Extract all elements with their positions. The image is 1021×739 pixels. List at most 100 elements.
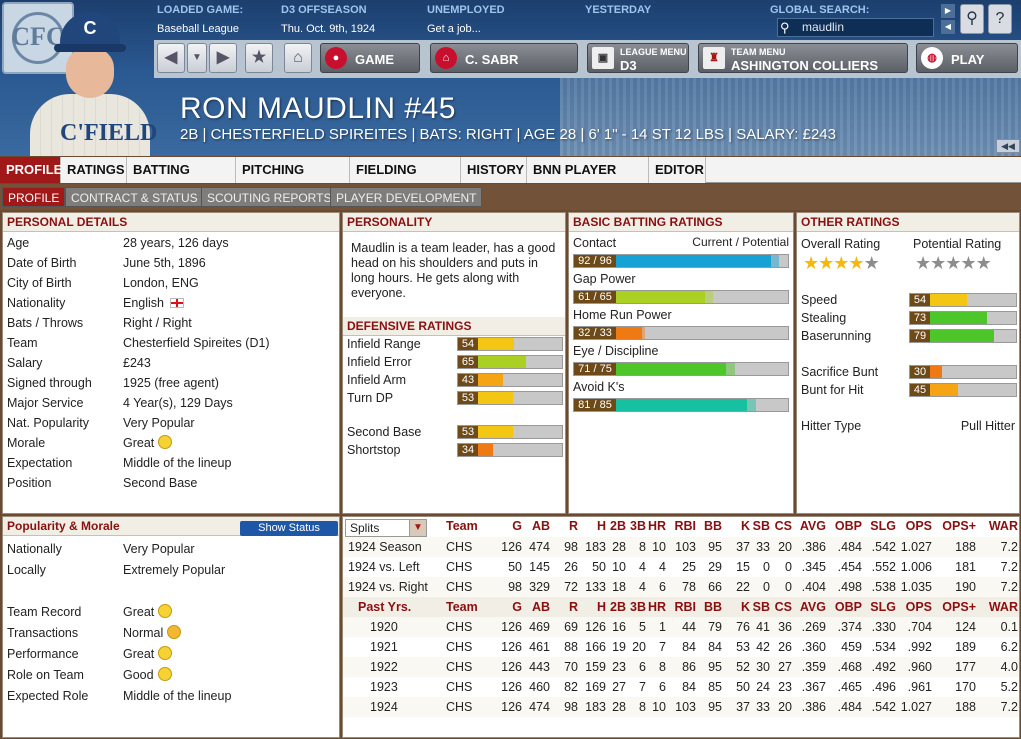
game-menu-button[interactable]: ● GAME [320,43,420,73]
rating-bar: 73 [909,311,1017,325]
tab-editor[interactable]: EDITOR [649,157,706,183]
past-row-cell: 7.2 [1000,700,1018,714]
batting-label: Eye / Discipline [573,344,659,358]
tab-history[interactable]: HISTORY [461,157,527,183]
forward-button[interactable]: ▶ [209,43,237,73]
hitter-type-label: Hitter Type [801,419,862,433]
overall-rating-label: Overall Rating [801,237,881,251]
rating-bar: 32 / 33 [573,326,789,340]
rating-value: 73 [910,312,930,324]
rating-value: 92 / 96 [574,255,616,267]
collapse-header-icon[interactable]: ◀◀ [996,139,1020,153]
subtab-profile[interactable]: PROFILE [2,187,66,207]
baseball-globe-icon: ● [325,47,347,69]
favorite-star-button[interactable]: ★ [245,43,273,73]
detail-label: Date of Birth [7,256,77,270]
detail-value: Great [123,433,173,453]
tab-batting-stats[interactable]: BATTING STATS [127,157,236,203]
team-menu-button[interactable]: ♜ TEAM MENU ASHINGTON COLLIERS [698,43,908,73]
past-row-cell: 188 [955,700,976,714]
detail-label: Age [7,236,30,250]
tab-ratings[interactable]: RATINGS [61,157,127,183]
star-icon: ★ [848,253,864,273]
detail-value: 28 years, 126 days [123,236,229,250]
tab-pitching-stats[interactable]: PITCHING STATS [236,157,350,203]
stats-header-cell: OPS+ [942,519,976,533]
happy-face-icon [158,646,173,660]
employment-label: UNEMPLOYED [427,4,505,16]
get-job-link[interactable]: Get a job... [427,23,481,35]
yesterday-link[interactable]: YESTERDAY [585,4,651,16]
popularity-morale-panel: Popularity & Morale Nationally Very Popul… [2,516,340,738]
popularity-value: Great [123,644,173,664]
subtab-player-development[interactable]: PLAYER DEVELOPMENT [330,187,483,207]
defense-label: Infield Arm [347,373,407,387]
rating-bar: 53 [457,425,563,439]
detail-value: Very Popular [123,416,195,430]
global-search-input[interactable]: maudlin [777,18,934,37]
rating-bar: 61 / 65 [573,290,789,304]
back-button[interactable]: ◀ [157,43,185,73]
popularity-label: Locally [7,563,46,577]
rating-bar: 81 / 85 [573,398,789,412]
history-dropdown-button[interactable]: ▼ [187,43,207,73]
batting-label: Avoid K's [573,380,625,394]
split-row-label: 1924 vs. Left [348,560,420,574]
other-rating-label: Bunt for Hit [801,383,864,397]
rating-value: 54 [458,338,478,350]
rating-bar: 54 [909,293,1017,307]
subtab-contract-status[interactable]: CONTRACT & STATUS [65,187,204,207]
rating-bar: 79 [909,329,1017,343]
player-portrait: C'FIELD C [30,6,157,156]
rating-value: 45 [910,384,930,396]
league-menu-button[interactable]: ▣ LEAGUE MENU D3 [587,43,689,73]
detail-value: English [123,293,184,313]
popularity-label: Team Record [7,605,82,619]
past-row-label: 1922 [370,660,398,674]
home-button[interactable]: ⌂ [284,43,312,73]
rating-bar: 65 [457,355,563,369]
popularity-value: Great [123,602,173,622]
sub-tabs: PROFILE CONTRACT & STATUS SCOUTING REPOR… [0,184,1021,210]
past-row-cell: 177 [955,660,976,674]
detail-label: Morale [7,436,46,450]
rating-bar: 92 / 96 [573,254,789,268]
past-row-cell: 5.2 [1000,680,1018,694]
split-row-cell: 7.2 [1000,580,1018,594]
past-row-cell: 170 [955,680,976,694]
play-button[interactable]: ◍ PLAY [916,43,1018,73]
past-row-label: 1924 [370,700,398,714]
star-icon: ★ [930,253,946,273]
tab-fielding-stats[interactable]: FIELDING STATS [350,157,461,203]
star-icon: ★ [975,253,992,273]
split-row-cell: 1.035 [900,580,932,594]
past-row-cell: .704 [907,620,932,634]
help-icon[interactable]: ? [988,4,1012,34]
subtab-scouting-reports[interactable]: SCOUTING REPORTS [201,187,338,207]
season-date[interactable]: Thu. Oct. 9th, 1924 [281,23,375,35]
popularity-value: Normal [123,623,182,643]
search-icon: ⚲ [780,20,790,35]
search-button-icon[interactable]: ⚲ [960,4,984,34]
past-row-cell: 0.1 [1000,620,1018,634]
popularity-value: Middle of the lineup [123,689,232,703]
popularity-label: Expected Role [7,689,89,703]
search-next-icon[interactable]: ▶ [941,4,955,18]
loaded-game-value[interactable]: Baseball League [157,23,239,35]
england-flag-icon [170,298,184,308]
search-prev-icon[interactable]: ◀ [941,20,955,34]
other-rating-label: Baserunning [801,329,872,343]
batting-label: Home Run Power [573,308,672,322]
rating-bar: 34 [457,443,563,457]
tab-profile[interactable]: PROFILE [0,157,62,183]
chevron-down-icon[interactable]: ▼ [409,519,427,537]
tab-bnn-player-page[interactable]: BNN PLAYER PAGE [527,157,649,203]
other-rating-label: Speed [801,293,838,307]
manager-menu-button[interactable]: ⌂ C. SABR [430,43,578,73]
split-row-cell: 7.2 [1000,540,1018,554]
show-status-button[interactable]: Show Status [240,521,338,536]
happy-face-icon [158,604,173,618]
split-row-label: 1924 Season [348,540,422,554]
house-icon: ⌂ [435,47,457,69]
happy-face-icon [157,667,172,681]
